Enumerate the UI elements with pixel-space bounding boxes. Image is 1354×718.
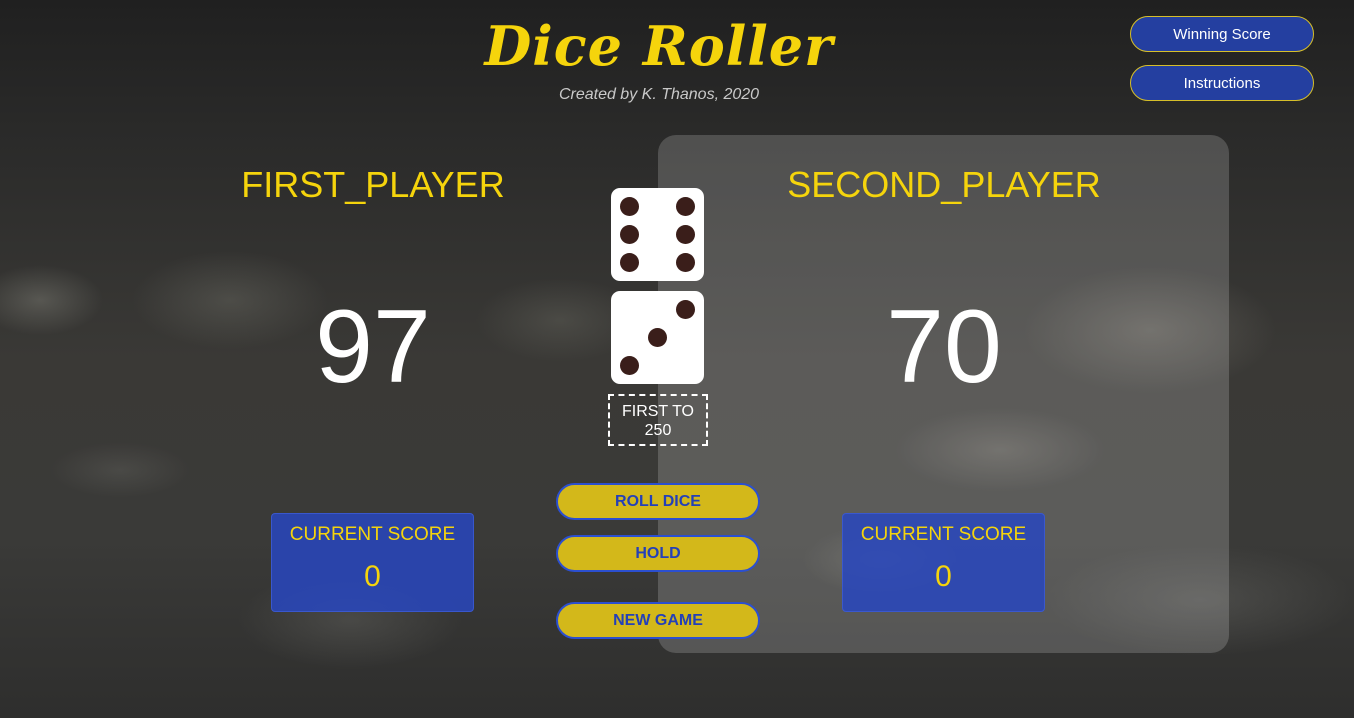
die-pip bbox=[675, 196, 695, 216]
new-game-button[interactable]: NEW GAME bbox=[556, 602, 760, 639]
die-pip bbox=[647, 327, 667, 347]
die-pip bbox=[675, 224, 695, 244]
die-2 bbox=[611, 291, 704, 384]
die-pip bbox=[619, 355, 639, 375]
hold-button[interactable]: HOLD bbox=[556, 535, 760, 572]
player-2-name: SECOND_PLAYER bbox=[787, 164, 1101, 205]
winning-score-button[interactable]: Winning Score bbox=[1130, 16, 1314, 52]
die-pip bbox=[675, 252, 695, 272]
die-pip bbox=[675, 299, 695, 319]
die-1 bbox=[611, 188, 704, 281]
target-label: FIRST TO bbox=[621, 403, 694, 420]
target-value: 250 bbox=[644, 422, 672, 439]
player-1-name: FIRST_PLAYER bbox=[241, 164, 505, 205]
player-2-score: 70 bbox=[886, 289, 1002, 405]
player-1-current-score-box: CURRENT SCORE 0 bbox=[271, 513, 474, 612]
app-subtitle: Created by K. Thanos, 2020 bbox=[558, 86, 760, 103]
die-pip bbox=[619, 224, 639, 244]
player-1-current-value: 0 bbox=[364, 560, 381, 593]
app-title: Dice Roller bbox=[484, 14, 834, 78]
player-2-current-value: 0 bbox=[935, 560, 952, 593]
player-1-current-label: CURRENT SCORE bbox=[289, 524, 456, 545]
player-2-current-score-box: CURRENT SCORE 0 bbox=[842, 513, 1045, 612]
player-2-current-label: CURRENT SCORE bbox=[860, 524, 1027, 545]
die-pip bbox=[619, 252, 639, 272]
die-pip bbox=[619, 196, 639, 216]
winning-target-box: FIRST TO 250 bbox=[608, 394, 708, 446]
player-1-score: 97 bbox=[315, 289, 431, 405]
instructions-button[interactable]: Instructions bbox=[1130, 65, 1314, 101]
roll-dice-button[interactable]: ROLL DICE bbox=[556, 483, 760, 520]
